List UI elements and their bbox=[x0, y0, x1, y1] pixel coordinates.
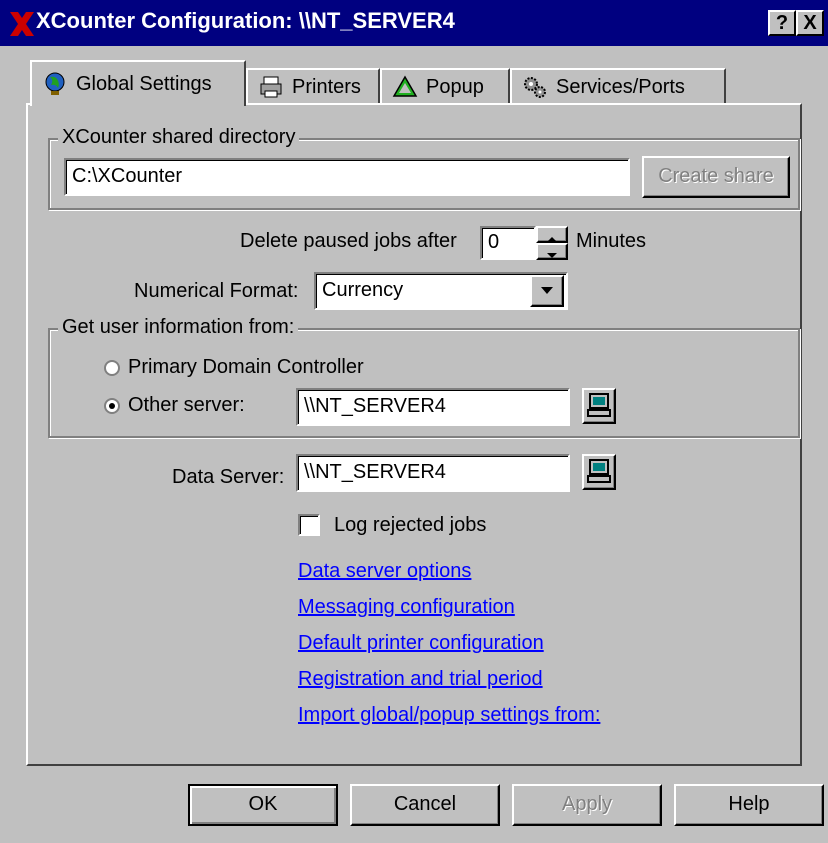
gears-icon bbox=[524, 77, 546, 98]
data-server-options-link[interactable]: Data server options bbox=[298, 560, 471, 583]
log-rejected-checkbox[interactable] bbox=[298, 514, 320, 536]
computer-icon bbox=[587, 459, 611, 483]
minutes-label: Minutes bbox=[576, 230, 647, 252]
primary-domain-label[interactable]: Primary Domain Controller bbox=[128, 356, 364, 379]
messaging-configuration-link[interactable]: Messaging configuration bbox=[298, 596, 515, 619]
other-server-input[interactable]: \\NT_SERVER4 bbox=[296, 388, 570, 426]
create-share-button[interactable]: Create share bbox=[642, 156, 790, 198]
data-server-label: Data Server: bbox=[172, 466, 285, 488]
other-server-radio[interactable] bbox=[104, 398, 120, 414]
numerical-format-dropdown-button[interactable] bbox=[530, 275, 564, 307]
tab-label: Global Settings bbox=[76, 72, 212, 95]
tab-label: Services/Ports bbox=[556, 75, 685, 98]
tab-label: Popup bbox=[426, 75, 484, 98]
help-title-button[interactable]: ? bbox=[768, 10, 796, 36]
apply-button[interactable]: Apply bbox=[512, 784, 662, 826]
tab-printers[interactable]: Printers bbox=[246, 68, 380, 104]
computer-icon bbox=[587, 393, 611, 417]
spin-down-button[interactable] bbox=[536, 243, 568, 260]
import-settings-link[interactable]: Import global/popup settings from: bbox=[298, 704, 600, 727]
registration-trial-link[interactable]: Registration and trial period bbox=[298, 668, 543, 691]
cancel-button[interactable]: Cancel bbox=[350, 784, 500, 826]
arrow-down-icon bbox=[547, 253, 557, 258]
numerical-format-label: Numerical Format: bbox=[134, 280, 299, 302]
user-info-legend: Get user information from: bbox=[58, 316, 299, 339]
default-printer-configuration-link[interactable]: Default printer configuration bbox=[298, 632, 544, 655]
printer-icon bbox=[260, 76, 282, 98]
data-server-browse-button[interactable] bbox=[582, 454, 616, 490]
help-button[interactable]: Help bbox=[674, 784, 824, 826]
tab-services-ports[interactable]: Services/Ports bbox=[510, 68, 726, 104]
delete-paused-label: Delete paused jobs after bbox=[240, 230, 457, 252]
globe-icon bbox=[45, 72, 65, 95]
delete-paused-input[interactable]: 0 bbox=[480, 226, 536, 260]
log-rejected-label[interactable]: Log rejected jobs bbox=[334, 514, 486, 537]
chevron-down-icon bbox=[541, 287, 553, 294]
xcounter-logo-icon bbox=[10, 12, 34, 36]
tab-popup[interactable]: Popup bbox=[380, 68, 510, 104]
shared-directory-input[interactable]: C:\XCounter bbox=[64, 158, 630, 196]
close-title-button[interactable]: X bbox=[796, 10, 824, 36]
spin-up-button[interactable] bbox=[536, 226, 568, 243]
tab-global-settings[interactable]: Global Settings bbox=[30, 60, 246, 106]
other-server-browse-button[interactable] bbox=[582, 388, 616, 424]
other-server-label[interactable]: Other server: bbox=[128, 394, 245, 417]
ok-button[interactable]: OK bbox=[188, 784, 338, 826]
shared-directory-legend: XCounter shared directory bbox=[58, 126, 300, 149]
primary-domain-radio[interactable] bbox=[104, 360, 120, 376]
data-server-input[interactable]: \\NT_SERVER4 bbox=[296, 454, 570, 492]
triangle-icon bbox=[392, 75, 418, 97]
tab-label: Printers bbox=[292, 75, 361, 98]
window-title: XCounter Configuration: \\NT_SERVER4 bbox=[36, 8, 455, 33]
